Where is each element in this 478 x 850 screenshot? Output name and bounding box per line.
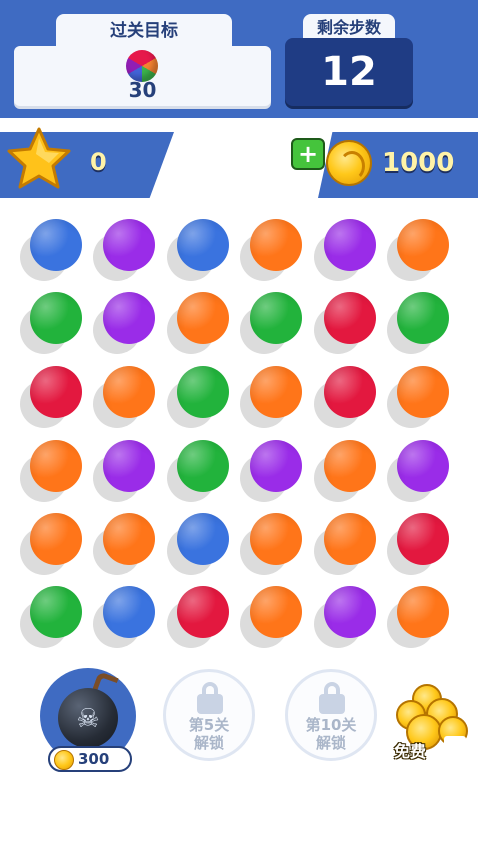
ball-orange[interactable] <box>250 219 302 271</box>
ball-green[interactable] <box>177 440 229 492</box>
unlock-level: 第5关 <box>188 716 230 734</box>
ball-orange[interactable] <box>250 366 302 418</box>
ball-green[interactable] <box>30 586 82 638</box>
ball-green[interactable] <box>30 292 82 344</box>
ball-orange[interactable] <box>324 513 376 565</box>
ball-purple[interactable] <box>397 440 449 492</box>
ball-red[interactable] <box>324 366 376 418</box>
ball-purple[interactable] <box>324 219 376 271</box>
free-coins-button[interactable]: 免费 <box>392 684 478 766</box>
ball-purple[interactable] <box>324 586 376 638</box>
ball-red[interactable] <box>30 366 82 418</box>
ball-green[interactable] <box>397 292 449 344</box>
ball-red[interactable] <box>177 586 229 638</box>
ball-blue[interactable] <box>177 219 229 271</box>
ball-blue[interactable] <box>103 586 155 638</box>
bomb-price: 300 <box>78 750 110 768</box>
unlock-requirement: 第10关 解锁 <box>288 716 374 752</box>
ball-orange[interactable] <box>103 513 155 565</box>
locked-tool-level-5[interactable]: 第5关 解锁 <box>163 669 255 761</box>
ball-orange[interactable] <box>30 440 82 492</box>
ball-orange[interactable] <box>397 366 449 418</box>
bomb-tool-button[interactable]: ☠ 300 <box>40 668 136 774</box>
ball-blue[interactable] <box>30 219 82 271</box>
ball-grid <box>0 0 478 650</box>
free-label: 免费 <box>394 742 427 761</box>
lock-icon <box>319 682 345 714</box>
ball-orange[interactable] <box>397 219 449 271</box>
unlock-label: 解锁 <box>315 734 346 752</box>
unlock-label: 解锁 <box>193 734 224 752</box>
ball-orange[interactable] <box>250 586 302 638</box>
lock-icon <box>197 682 223 714</box>
ball-green[interactable] <box>177 366 229 418</box>
ball-purple[interactable] <box>103 292 155 344</box>
ball-orange[interactable] <box>250 513 302 565</box>
bomb-price-tag: 300 <box>48 746 132 772</box>
ball-orange[interactable] <box>397 586 449 638</box>
ball-orange[interactable] <box>103 366 155 418</box>
unlock-level: 第10关 <box>305 716 357 734</box>
unlock-requirement: 第5关 解锁 <box>166 716 252 752</box>
ball-red[interactable] <box>397 513 449 565</box>
ball-orange[interactable] <box>324 440 376 492</box>
skull-icon: ☠ <box>76 704 100 734</box>
ball-orange[interactable] <box>30 513 82 565</box>
ball-blue[interactable] <box>177 513 229 565</box>
ball-green[interactable] <box>250 292 302 344</box>
ball-purple[interactable] <box>250 440 302 492</box>
ball-purple[interactable] <box>103 219 155 271</box>
ball-red[interactable] <box>324 292 376 344</box>
locked-tool-level-10[interactable]: 第10关 解锁 <box>285 669 377 761</box>
ball-orange[interactable] <box>177 292 229 344</box>
ball-purple[interactable] <box>103 440 155 492</box>
coin-icon <box>54 750 74 770</box>
